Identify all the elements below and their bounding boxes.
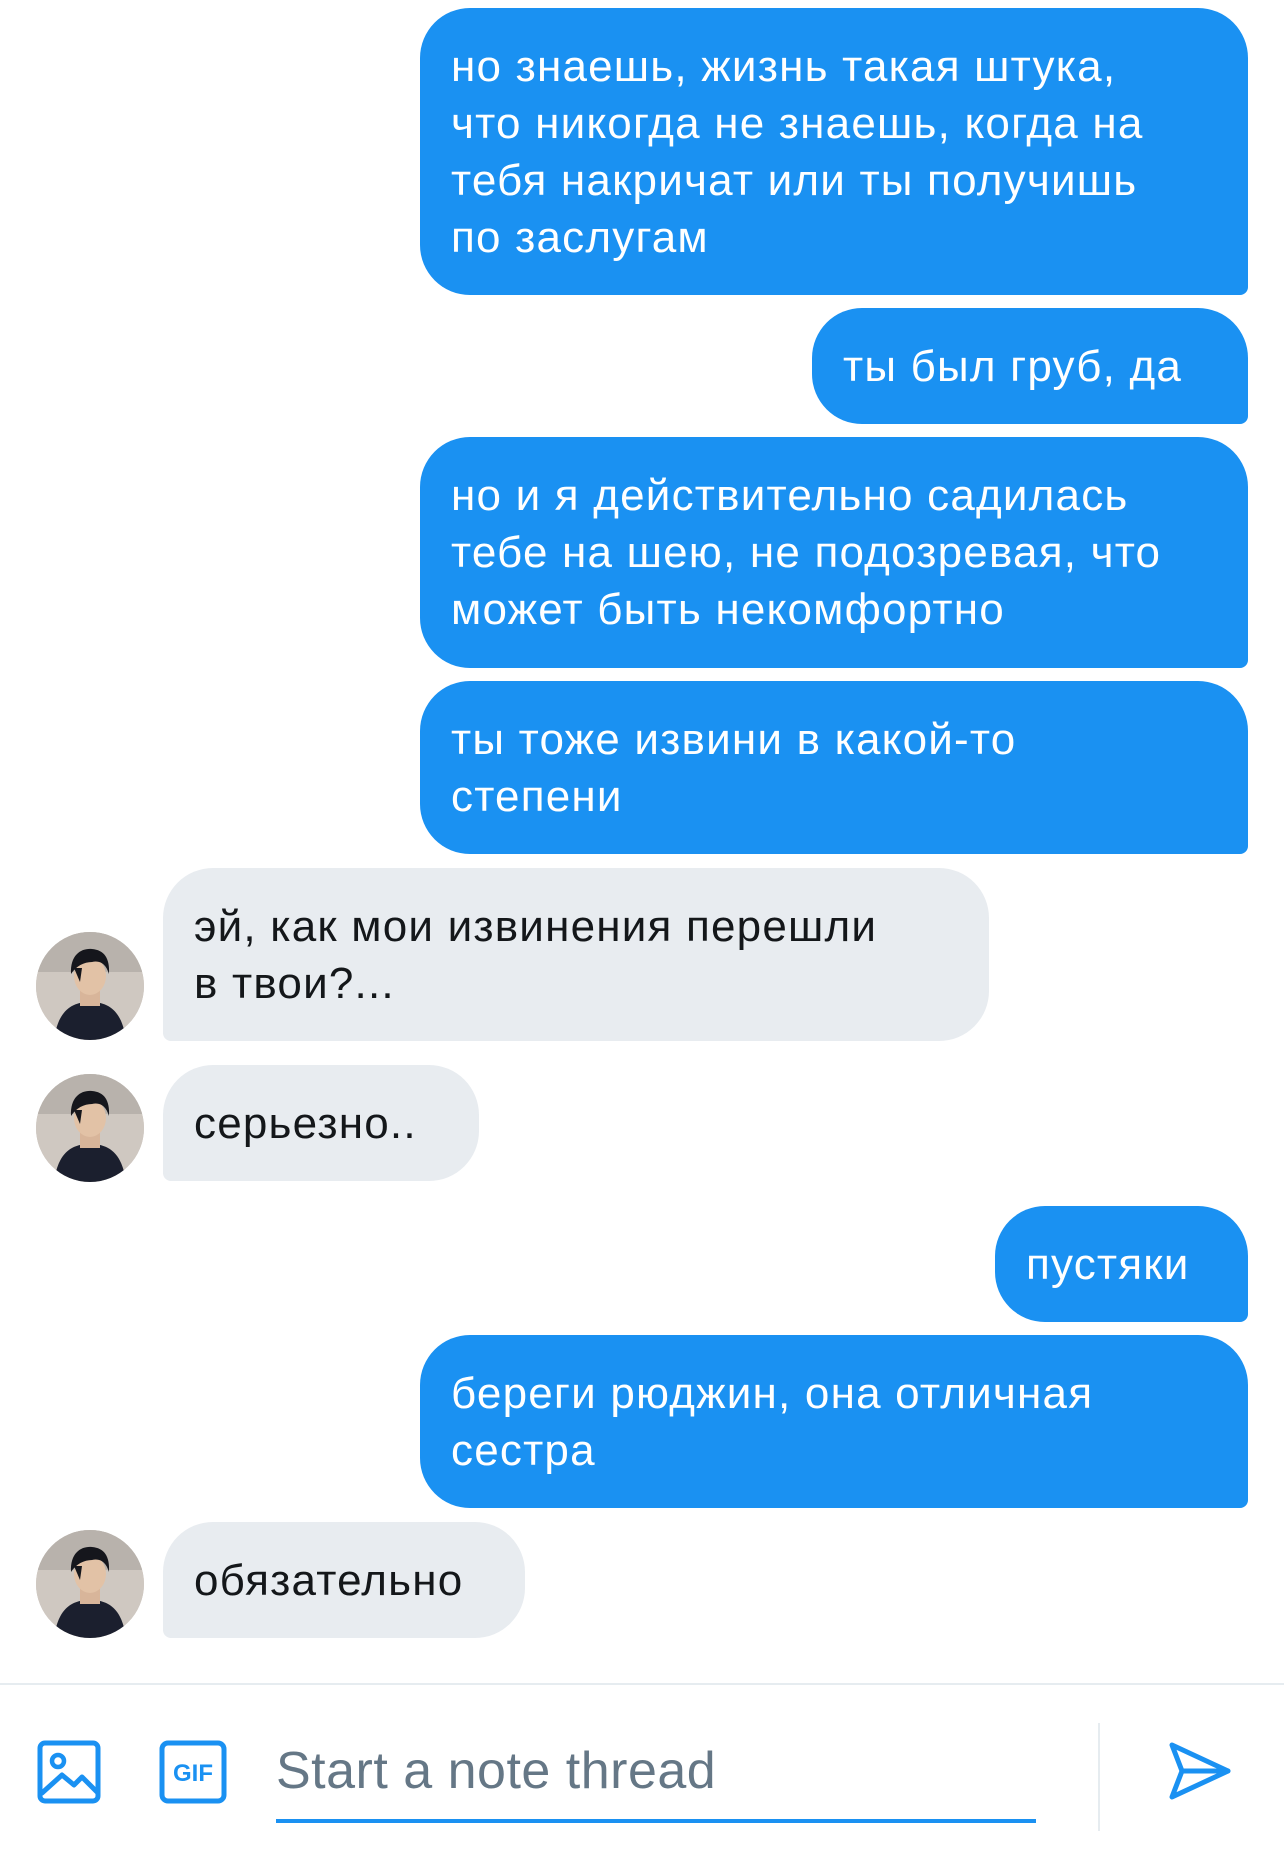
- incoming-message[interactable]: эй, как мои извинения перешли в твои?...: [163, 868, 989, 1041]
- outgoing-message[interactable]: но знаешь, жизнь такая штука, что никогд…: [420, 8, 1248, 295]
- send-button[interactable]: [1158, 1731, 1238, 1811]
- outgoing-message[interactable]: но и я действительно садилась тебе на ше…: [420, 437, 1248, 668]
- send-icon: [1169, 1742, 1231, 1800]
- avatar-photo: [36, 932, 144, 1040]
- message-composer: GIF: [0, 1683, 1284, 1852]
- contact-avatar[interactable]: [36, 1530, 144, 1638]
- outgoing-message[interactable]: пустяки: [995, 1206, 1248, 1322]
- outgoing-message[interactable]: ты тоже извини в какой-то степени: [420, 681, 1248, 854]
- dm-conversation-screen: но знаешь, жизнь такая штука, что никогд…: [0, 0, 1284, 1852]
- composer-divider: [1098, 1723, 1100, 1831]
- avatar-photo: [36, 1074, 144, 1182]
- image-icon: [37, 1740, 101, 1804]
- contact-avatar[interactable]: [36, 1074, 144, 1182]
- note-thread-input[interactable]: [276, 1723, 1036, 1823]
- contact-avatar[interactable]: [36, 932, 144, 1040]
- incoming-message[interactable]: обязательно: [163, 1522, 525, 1638]
- gif-icon: GIF: [159, 1740, 227, 1804]
- add-gif-button[interactable]: GIF: [152, 1731, 232, 1811]
- outgoing-message[interactable]: береги рюджин, она отличная сестра: [420, 1335, 1248, 1508]
- incoming-message[interactable]: серьезно..: [163, 1065, 479, 1181]
- avatar-photo: [36, 1530, 144, 1638]
- outgoing-message[interactable]: ты был груб, да: [812, 308, 1248, 424]
- add-photo-button[interactable]: [32, 1731, 112, 1811]
- gif-label: GIF: [173, 1760, 213, 1787]
